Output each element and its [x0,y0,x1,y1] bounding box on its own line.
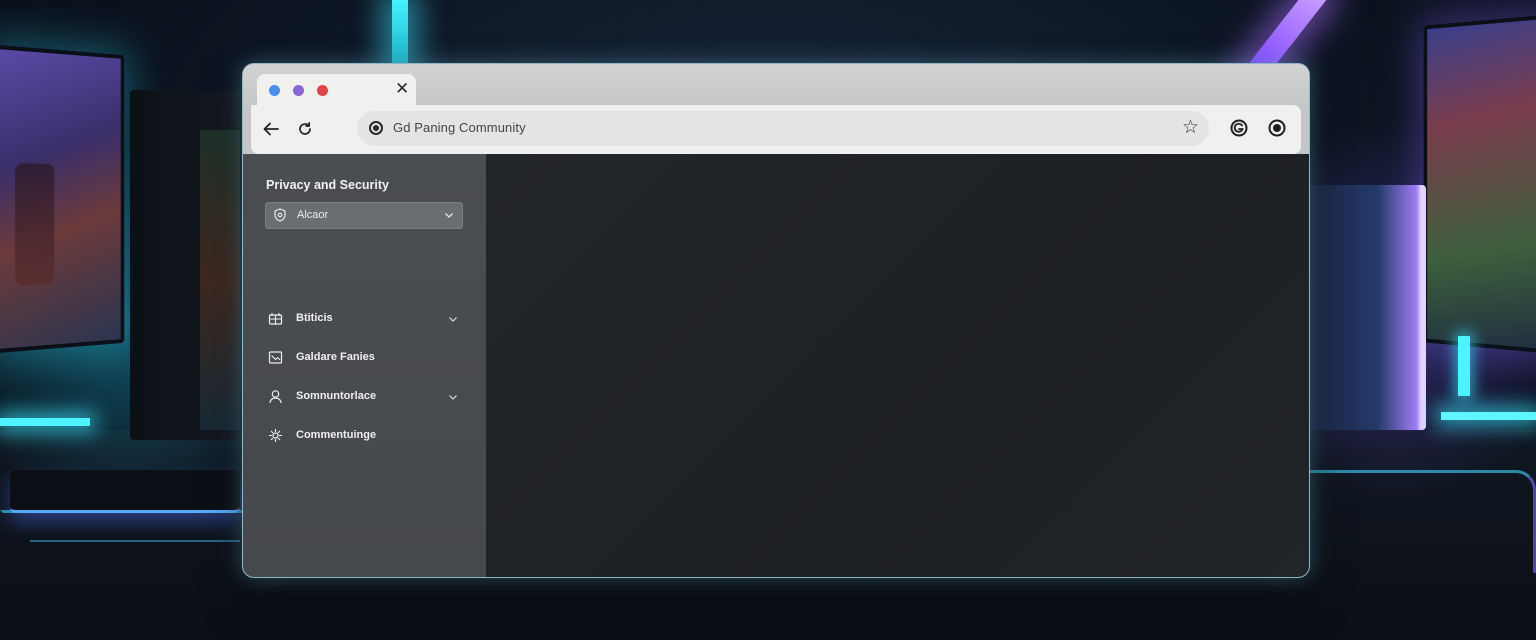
sidebar-item-btiticis[interactable]: Btiticis [265,308,461,330]
left-gaming-monitor [0,44,125,354]
circuit-lines-left [0,510,253,603]
main-content-area [486,154,1309,577]
sidebar-item-label: Btiticis [296,312,333,324]
chevron-down-icon[interactable] [447,390,459,408]
right-gaming-monitor [1423,13,1536,355]
tab-strip: ✕ [243,64,1309,106]
sidebar-item-label: Somnuntorlace [296,390,377,402]
dropdown-label: Alcaor [297,209,329,221]
browser-tab[interactable]: ✕ [257,74,416,106]
grid-icon [268,311,283,326]
reload-button[interactable] [293,117,317,141]
circuit-lines-left-2 [30,540,240,602]
sidebar-item-commentuinge[interactable]: Commentuinge [265,425,461,447]
settings-sidebar: Privacy and Security Alcaor Btiticis Gal… [243,154,487,577]
url-text[interactable]: Gd Paning Community [393,120,526,135]
address-bar[interactable]: Gd Paning Community ☆ [357,111,1209,146]
sidebar-item-label: Galdare Fanies [296,351,375,363]
sidebar-item-label: Commentuinge [296,429,377,441]
right-pc-tower [1306,185,1426,430]
extension-g-icon[interactable] [1229,118,1249,138]
back-button[interactable] [259,117,283,141]
reload-icon [299,121,311,135]
window-control-dot-red[interactable] [317,85,328,96]
left-pc-tower [130,90,240,440]
user-icon [268,389,283,404]
sidebar-dropdown[interactable]: Alcaor [265,202,463,229]
neon-light-bar [392,0,408,70]
extension-circle-icon[interactable] [1267,118,1287,138]
browser-toolbar: Gd Paning Community ☆ [251,105,1301,154]
chevron-down-icon[interactable] [447,312,459,330]
right-monitor-stand-light [1458,336,1470,396]
arrow-left-icon [263,122,279,136]
browser-window: ✕ Gd Paning Community ☆ Privacy and Secu… [242,63,1310,578]
sparkle-icon [268,428,283,443]
rgb-keyboard [10,470,240,513]
sidebar-item-galdare-fanies[interactable]: Galdare Fanies [265,347,461,369]
right-desk-neon [1441,412,1536,420]
image-icon [268,350,283,365]
chevron-down-icon [443,208,455,226]
circuit-lines-right [1303,470,1536,573]
window-control-dot-blue[interactable] [269,85,280,96]
close-icon[interactable]: ✕ [395,79,409,99]
window-control-dot-purple[interactable] [293,85,304,96]
sidebar-item-somnuntorlace[interactable]: Somnuntorlace [265,386,461,408]
star-icon[interactable]: ☆ [1182,118,1199,138]
left-desk-neon [0,418,90,426]
site-info-icon[interactable] [369,121,383,135]
sidebar-title: Privacy and Security [266,178,389,192]
shield-settings-icon [273,208,287,227]
